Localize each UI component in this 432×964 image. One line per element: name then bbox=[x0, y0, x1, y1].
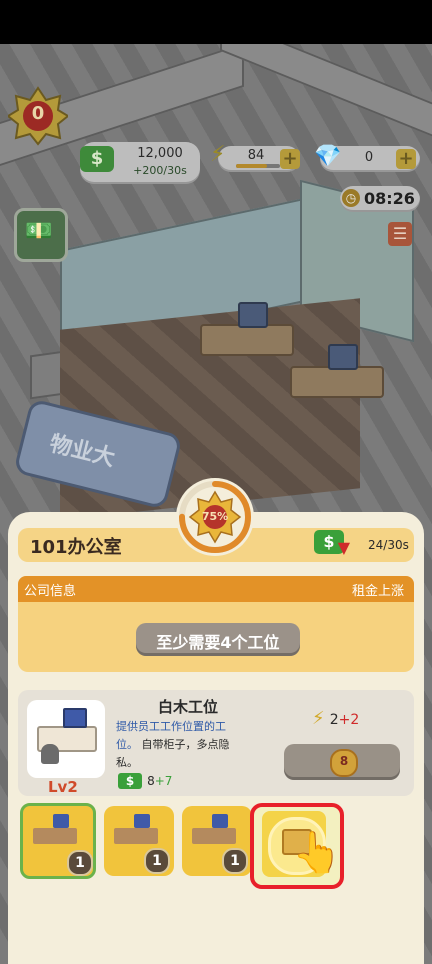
level-badge[interactable]: 0 bbox=[6, 86, 70, 146]
energy-bar-fill bbox=[236, 164, 267, 168]
slot-count-badge: 1 bbox=[144, 848, 170, 874]
monitor-icon bbox=[134, 814, 150, 828]
monitor bbox=[238, 302, 268, 328]
clock-icon: ◷ bbox=[342, 189, 360, 207]
slot-count: 1 bbox=[75, 855, 85, 871]
slot-count: 1 bbox=[152, 853, 162, 869]
cash-icon: $ bbox=[80, 146, 114, 172]
room-name: 101办公室 bbox=[30, 537, 122, 558]
progress-value: 75% bbox=[201, 510, 229, 523]
desk-icon bbox=[114, 828, 158, 844]
gem-panel[interactable]: 💎 0 + bbox=[314, 144, 420, 172]
cash-stack-icon: 💵 bbox=[25, 219, 53, 244]
room-progress-badge: 75% bbox=[176, 478, 254, 556]
income-base: 8 bbox=[147, 774, 155, 788]
desk-icon bbox=[33, 828, 77, 844]
item-thumbnail bbox=[27, 700, 105, 778]
income-bonus: +7 bbox=[154, 774, 173, 788]
item-level: Lv2 bbox=[48, 778, 78, 796]
cash-stack-button[interactable]: 💵 bbox=[14, 208, 68, 262]
chair-icon bbox=[41, 744, 59, 764]
monitor-icon bbox=[63, 708, 87, 728]
lightning-icon: ⚡ bbox=[312, 708, 325, 729]
desk-slot-3[interactable]: 1 bbox=[182, 806, 252, 876]
level-value: 0 bbox=[31, 103, 45, 124]
desk-slot-1[interactable]: 1 bbox=[20, 803, 96, 879]
money-rate: +200/30s bbox=[133, 164, 187, 177]
monitor bbox=[328, 344, 358, 370]
menu-button[interactable]: ☰ bbox=[388, 222, 412, 246]
status-bar bbox=[0, 0, 432, 44]
energy-row: ⚡ 2+2 bbox=[312, 708, 359, 729]
gem-icon: 💎 bbox=[314, 144, 342, 169]
cabinet-slot-highlight[interactable]: 👆 bbox=[250, 803, 344, 889]
requirement-badge: 至少需要4个工位 bbox=[136, 623, 300, 656]
energy-panel[interactable]: ⚡ 84 + bbox=[210, 142, 300, 172]
requirement-text: 至少需要4个工位 bbox=[156, 633, 280, 652]
rent-down-icon: $ ▼ bbox=[314, 530, 350, 557]
money-value: 12,000 bbox=[137, 146, 183, 161]
build-button[interactable]: 8 bbox=[284, 744, 400, 780]
energy-bar bbox=[236, 164, 280, 168]
flower-coin-icon: 8 bbox=[330, 749, 358, 777]
desk-icon bbox=[192, 828, 236, 844]
build-cost: 8 bbox=[339, 754, 349, 768]
pointer-hand-icon: 👆 bbox=[292, 830, 342, 876]
monitor-icon bbox=[212, 814, 228, 828]
item-name: 白木工位 bbox=[158, 698, 219, 716]
slot-count-badge: 1 bbox=[67, 850, 93, 876]
rent-increase-label: 租金上涨 bbox=[351, 584, 404, 599]
monitor-icon bbox=[53, 814, 69, 828]
energy-base: 2 bbox=[329, 712, 339, 728]
sign-text: 物业大 bbox=[47, 431, 118, 472]
desk bbox=[200, 324, 294, 356]
gem-plus-button[interactable]: + bbox=[396, 149, 416, 169]
company-info-label: 公司信息 bbox=[24, 584, 77, 599]
slot-count: 1 bbox=[230, 853, 240, 869]
energy-bonus: +2 bbox=[338, 712, 360, 728]
income-row: $ 8+7 bbox=[118, 770, 173, 789]
company-info-header: 公司信息 租金上涨 bbox=[18, 576, 414, 602]
slot-count-badge: 1 bbox=[222, 848, 248, 874]
money-panel[interactable]: $ 12,000 +200/30s bbox=[80, 142, 200, 184]
desk-slot-2[interactable]: 1 bbox=[104, 806, 174, 876]
desk bbox=[290, 366, 384, 398]
cash-icon: $ bbox=[118, 773, 142, 789]
gem-value: 0 bbox=[364, 150, 374, 165]
rent-rate: 24/30s bbox=[368, 538, 409, 552]
item-description: 提供员工工作位置的工位。 自带柜子，多点隐私。 bbox=[116, 718, 246, 772]
timer-value: 08:26 bbox=[364, 189, 415, 208]
lightning-icon: ⚡ bbox=[210, 142, 226, 167]
timer-panel: ◷ 08:26 bbox=[340, 186, 420, 212]
energy-value: 84 bbox=[247, 148, 265, 163]
energy-plus-button[interactable]: + bbox=[280, 149, 300, 169]
